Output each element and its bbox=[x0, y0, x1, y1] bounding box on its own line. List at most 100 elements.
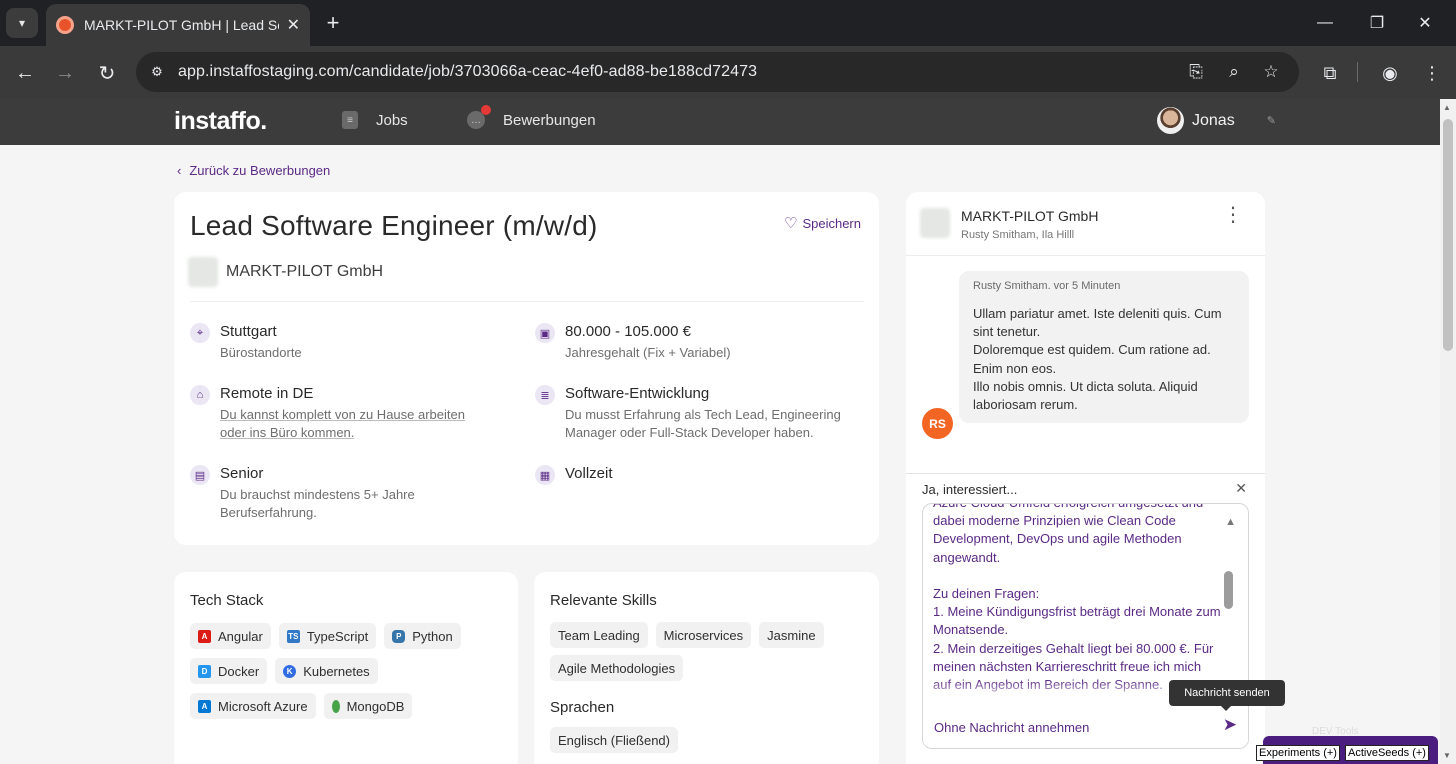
back-arrow-icon[interactable]: ← bbox=[11, 59, 39, 87]
scroll-up-icon[interactable]: ▲ bbox=[1443, 103, 1451, 112]
page-content: ‹ Zurück zu Bewerbungen Lead Software Eng… bbox=[0, 145, 1440, 764]
nav-jobs[interactable]: ≡ Jobs bbox=[342, 111, 408, 129]
send-tooltip: Nachricht senden bbox=[1169, 680, 1285, 711]
document-icon: ≡ bbox=[342, 111, 358, 129]
favicon-icon bbox=[56, 16, 74, 34]
feature-title: 80.000 - 105.000 € bbox=[565, 323, 691, 340]
feature-title: Stuttgart bbox=[220, 323, 277, 340]
feature-seniority: ▤ Senior Du brauchst mindestens 5+ Jahre… bbox=[190, 465, 430, 522]
feature-location: ⌖ Stuttgart Bürostandorte bbox=[190, 323, 510, 362]
notification-dot bbox=[481, 105, 491, 115]
reply-text[interactable]: Azure Cloud-Umfeld erfolgreich umgesetzt… bbox=[933, 504, 1221, 694]
divider bbox=[190, 301, 864, 302]
user-menu[interactable]: Jonas ✎ bbox=[1157, 107, 1276, 134]
reply-textarea[interactable]: Azure Cloud-Umfeld erfolgreich umgesetzt… bbox=[922, 503, 1249, 749]
back-link[interactable]: ‹ Zurück zu Bewerbungen bbox=[177, 163, 330, 178]
site-header: instaffo. ≡ Jobs … Bewerbungen Jonas ✎ bbox=[0, 99, 1440, 145]
chevron-down-icon: ✎ bbox=[1266, 115, 1276, 127]
extensions-puzzle-icon[interactable]: ⧉ bbox=[1316, 59, 1344, 87]
chat-participants: Rusty Smitham, Ila Hilll bbox=[961, 229, 1075, 241]
close-icon[interactable]: ✕ bbox=[1235, 480, 1247, 497]
accept-without-message-button[interactable]: Ohne Nachricht annehmen bbox=[934, 720, 1089, 735]
reload-icon[interactable]: ↻ bbox=[93, 59, 121, 87]
feature-title: Software-Entwicklung bbox=[565, 385, 710, 402]
company-logo bbox=[920, 208, 950, 238]
tech-chip-python: P Python bbox=[384, 623, 461, 649]
send-icon[interactable]: ➤ bbox=[1223, 715, 1237, 735]
salary-icon: ▣ bbox=[535, 323, 555, 343]
nav-bewerbungen-label: Bewerbungen bbox=[503, 111, 596, 129]
language-chips: Englisch (Fließend) bbox=[550, 727, 678, 753]
chat-company: MARKT-PILOT GmbH bbox=[961, 208, 1099, 224]
active-seeds-button[interactable]: ActiveSeeds (+) bbox=[1345, 745, 1429, 761]
page-scrollbar-thumb[interactable] bbox=[1443, 119, 1453, 351]
user-name: Jonas bbox=[1192, 111, 1235, 129]
skill-chip: Jasmine bbox=[759, 622, 824, 648]
chat-bubble-icon: … bbox=[467, 105, 491, 129]
tech-chip-kubernetes: K Kubernetes bbox=[275, 658, 378, 684]
feature-title: Senior bbox=[220, 465, 264, 482]
devtools-header: DEV Tools bbox=[1312, 726, 1359, 737]
skill-chip: Agile Methodologies bbox=[550, 655, 684, 681]
role-card-icon: ≣ bbox=[535, 385, 555, 405]
scroll-up-icon[interactable]: ▲ bbox=[1225, 516, 1236, 528]
message-text: Ullam pariatur amet. Iste deleniti quis.… bbox=[973, 306, 1222, 413]
skills-card: Relevante Skills Team Leading Microservi… bbox=[534, 572, 879, 764]
feature-desc: Du kannst komplett von zu Hause arbeiten… bbox=[220, 407, 465, 440]
bookmark-star-icon[interactable]: ☆ bbox=[1259, 60, 1283, 84]
new-tab-button[interactable]: + bbox=[320, 10, 346, 36]
message-bubble: Rusty Smitham. vor 5 Minuten Ullam paria… bbox=[959, 271, 1249, 423]
chip-label: Angular bbox=[218, 628, 263, 644]
instaffo-logo[interactable]: instaffo. bbox=[174, 107, 267, 136]
azure-icon: A bbox=[198, 699, 211, 713]
forward-arrow-icon[interactable]: → bbox=[51, 59, 79, 87]
feature-desc: Bürostandorte bbox=[220, 345, 302, 360]
minimize-button[interactable]: — bbox=[1310, 10, 1340, 36]
language-chip: Englisch (Fließend) bbox=[550, 727, 678, 753]
restore-button[interactable]: ❐ bbox=[1362, 10, 1392, 36]
browser-tab[interactable]: MARKT-PILOT GmbH | Lead Sof ✕ bbox=[46, 4, 310, 46]
window-close-button[interactable]: ✕ bbox=[1410, 10, 1440, 36]
profile-icon[interactable]: ◉ bbox=[1376, 59, 1404, 87]
typescript-icon: TS bbox=[286, 629, 300, 643]
page-scrollbar[interactable]: ▲ ▼ bbox=[1440, 99, 1456, 764]
more-vertical-icon[interactable]: ⋮ bbox=[1223, 205, 1243, 225]
chip-label: MongoDB bbox=[346, 698, 405, 714]
tab-title: MARKT-PILOT GmbH | Lead Sof bbox=[84, 17, 279, 33]
chip-label: Kubernetes bbox=[303, 663, 370, 679]
site-settings-icon[interactable]: ⚙ bbox=[146, 61, 168, 83]
calendar-clock-icon: ▦ bbox=[535, 465, 555, 485]
chip-label: Docker bbox=[218, 663, 260, 679]
page-title: Lead Software Engineer (m/w/d) bbox=[190, 210, 598, 241]
save-button[interactable]: ♡ Speichern bbox=[784, 214, 861, 232]
nav-bewerbungen[interactable]: … Bewerbungen bbox=[467, 105, 596, 129]
tab-search-button[interactable]: ▾ bbox=[6, 8, 38, 38]
close-icon[interactable]: ✕ bbox=[287, 15, 300, 35]
chat-panel: MARKT-PILOT GmbH Rusty Smitham, Ila Hill… bbox=[906, 192, 1265, 764]
skill-chip: Team Leading bbox=[550, 622, 648, 648]
address-bar[interactable]: ⚙ app.instaffostaging.com/candidate/job/… bbox=[136, 52, 1299, 92]
divider bbox=[906, 473, 1265, 474]
browser-menu-icon[interactable]: ⋮ bbox=[1418, 59, 1446, 87]
url-text[interactable]: app.instaffostaging.com/candidate/job/37… bbox=[178, 63, 757, 81]
install-app-icon[interactable]: ⎘ bbox=[1184, 60, 1208, 84]
toolbar-separator bbox=[1357, 62, 1358, 82]
heart-icon: ♡ bbox=[784, 215, 798, 232]
reply-footer: Ohne Nachricht annehmen ➤ bbox=[923, 702, 1248, 748]
sender-avatar: RS bbox=[922, 408, 953, 439]
reply-scrollbar-thumb[interactable] bbox=[1224, 571, 1233, 609]
tech-chip-typescript: TS TypeScript bbox=[278, 623, 377, 649]
avatar bbox=[1157, 107, 1184, 134]
tech-stack-title: Tech Stack bbox=[190, 592, 264, 609]
tech-chip-docker: D Docker bbox=[190, 658, 268, 684]
mongodb-icon bbox=[331, 699, 340, 713]
tech-chip-azure: A Microsoft Azure bbox=[190, 693, 316, 719]
company-row: MARKT-PILOT GmbH bbox=[188, 257, 383, 287]
experiments-button[interactable]: Experiments (+) bbox=[1256, 745, 1340, 761]
scroll-down-icon[interactable]: ▼ bbox=[1443, 751, 1451, 760]
kubernetes-icon: K bbox=[283, 664, 297, 678]
chip-label: TypeScript bbox=[306, 628, 369, 644]
save-label: Speichern bbox=[802, 215, 861, 231]
zoom-icon[interactable]: ⌕ bbox=[1222, 60, 1246, 84]
feature-title: Vollzeit bbox=[565, 465, 613, 482]
